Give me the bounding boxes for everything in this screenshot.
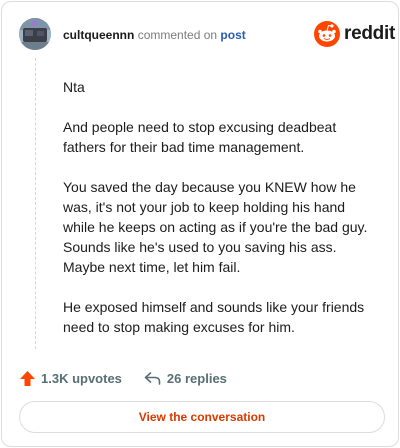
avatar[interactable] <box>19 18 51 50</box>
reddit-logo[interactable]: reddit <box>314 20 395 48</box>
reply-arrow-icon <box>144 371 161 385</box>
brand-wordmark: reddit <box>344 23 395 44</box>
upvote-arrow-icon <box>20 370 35 386</box>
upvote-count[interactable]: 1.3K upvotes <box>19 370 122 387</box>
view-conversation-button[interactable]: View the conversation <box>19 401 385 433</box>
comment-paragraph: And people need to stop excusing deadbea… <box>63 119 337 155</box>
replies-label: 26 replies <box>166 370 227 386</box>
comment-paragraph: You saved the day because you KNEW how h… <box>63 179 368 275</box>
comment-body: Nta And people need to stop excusing dea… <box>63 77 368 357</box>
thread-line <box>35 58 36 349</box>
comment-card: cultqueennn commented on post reddit Nta… <box>1 1 399 447</box>
reply-count[interactable]: 26 replies <box>144 371 227 386</box>
comment-header: cultqueennn commented on post <box>63 27 246 43</box>
action-text: commented on <box>137 28 218 42</box>
comment-paragraph: He exposed himself and sounds like your … <box>63 299 365 335</box>
comment-paragraph: Nta <box>63 79 85 95</box>
reddit-snoo-icon <box>314 21 340 47</box>
post-link[interactable]: post <box>220 28 245 42</box>
username[interactable]: cultqueennn <box>63 28 134 42</box>
comment-footer: 1.3K upvotes 26 replies <box>19 368 227 388</box>
upvotes-label: 1.3K upvotes <box>41 370 122 386</box>
avatar-image <box>19 18 51 50</box>
